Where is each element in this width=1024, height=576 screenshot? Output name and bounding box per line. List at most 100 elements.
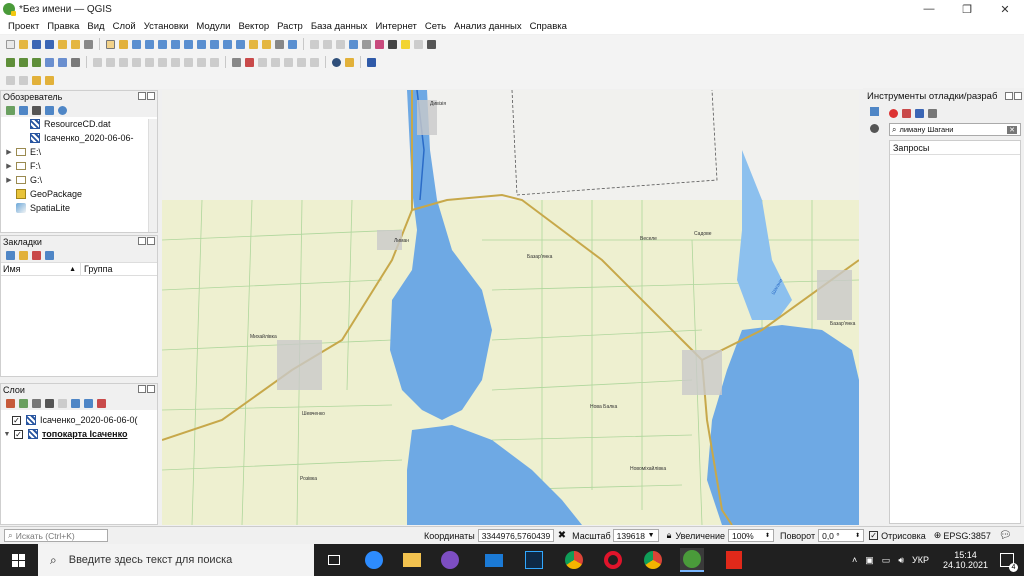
- layer-visibility-checkbox[interactable]: ✓: [14, 429, 23, 439]
- filter-legend-icon[interactable]: [45, 398, 54, 408]
- delete-bookmark-icon[interactable]: [32, 250, 41, 260]
- notifications-icon[interactable]: 4: [1000, 553, 1018, 572]
- menu-raster[interactable]: Растр: [273, 21, 307, 32]
- redo-icon[interactable]: [210, 57, 219, 67]
- chevron-right-icon[interactable]: ▶: [5, 162, 13, 170]
- browser-item-spatialite[interactable]: SpatiaLite: [1, 201, 157, 215]
- tray-app-icon[interactable]: ▣: [865, 555, 874, 566]
- render-checkbox[interactable]: ✓: [869, 531, 879, 540]
- maximize-button[interactable]: ❐: [948, 0, 986, 18]
- float-button[interactable]: [1005, 92, 1013, 100]
- browser-item-resourcecd[interactable]: ResourceCD.dat: [1, 117, 157, 131]
- zoom-selection-icon[interactable]: [184, 39, 193, 49]
- layer-item-isachenko[interactable]: ✓ Ісаченко_2020-06-06-0(: [1, 413, 157, 427]
- qgis-taskbar-icon[interactable]: [680, 548, 704, 572]
- settings-icon[interactable]: [928, 108, 937, 118]
- browser-scrollbar[interactable]: [148, 119, 157, 232]
- label-rotate-icon[interactable]: [284, 57, 293, 67]
- chrome-icon[interactable]: [562, 548, 586, 572]
- info-icon[interactable]: [58, 105, 67, 115]
- menu-vector[interactable]: Вектор: [234, 21, 273, 32]
- print-layout-icon[interactable]: [58, 39, 67, 49]
- refresh-icon[interactable]: [288, 39, 297, 49]
- network-logger-icon[interactable]: [870, 107, 879, 116]
- lock-scale-icon[interactable]: 🔒︎: [667, 530, 672, 541]
- zoom-bookmark-icon[interactable]: [6, 250, 15, 260]
- close-panel-button[interactable]: [1014, 92, 1022, 100]
- label-show-icon[interactable]: [258, 57, 267, 67]
- map-tips-icon[interactable]: [414, 39, 423, 49]
- new-shapefile-icon[interactable]: [32, 57, 41, 67]
- zoom-field[interactable]: 100% ⬍: [727, 529, 774, 542]
- save-as-icon[interactable]: [45, 39, 54, 49]
- zoom-rubber-icon[interactable]: [158, 39, 167, 49]
- debug-search-field[interactable]: ⌕ лиману Шагани ✕: [889, 123, 1021, 136]
- add-group-icon[interactable]: [19, 398, 28, 408]
- menu-mesh[interactable]: Сеть: [421, 21, 450, 32]
- clock[interactable]: 15:14 24.10.2021: [943, 550, 988, 570]
- zoom-last-icon[interactable]: [223, 39, 232, 49]
- manage-visibility-icon[interactable]: [32, 398, 41, 408]
- record-icon[interactable]: [889, 108, 898, 118]
- windows-start-icon[interactable]: [12, 554, 25, 567]
- layer-item-topomap[interactable]: ▼ ✓ топокарта Ісаченко: [1, 427, 157, 441]
- plugin-icon[interactable]: [345, 57, 354, 67]
- cut-icon[interactable]: [158, 57, 167, 67]
- zoom-next-icon[interactable]: [236, 39, 245, 49]
- menu-view[interactable]: Вид: [83, 21, 108, 32]
- zoom-native-icon[interactable]: [210, 39, 219, 49]
- identify-disabled-icon[interactable]: [310, 39, 319, 49]
- close-panel-button[interactable]: [147, 385, 155, 393]
- dev-tools-icon[interactable]: [367, 57, 376, 67]
- python-console-icon[interactable]: [332, 57, 341, 67]
- new-virtual-icon[interactable]: [71, 57, 80, 67]
- menu-processing[interactable]: Анализ данных: [450, 21, 526, 32]
- annotation-icon[interactable]: [401, 39, 410, 49]
- paste-icon[interactable]: [184, 57, 193, 67]
- file-explorer-icon[interactable]: [400, 548, 424, 572]
- menu-plugins[interactable]: Модули: [192, 21, 234, 32]
- save-log-icon[interactable]: [915, 108, 924, 118]
- select-disabled-icon[interactable]: [323, 39, 332, 49]
- tracing-icon[interactable]: [45, 75, 54, 85]
- open-data-source-icon[interactable]: [6, 57, 15, 67]
- float-button[interactable]: [138, 92, 146, 100]
- menu-web[interactable]: Интернет: [371, 21, 420, 32]
- settings-tab-icon[interactable]: [870, 124, 879, 133]
- pan-icon[interactable]: [106, 39, 115, 49]
- taskbar-search[interactable]: ⌕ Введите здесь текст для поиска: [38, 544, 314, 576]
- zoom-layer-icon[interactable]: [197, 39, 206, 49]
- column-group-header[interactable]: Группа: [81, 263, 113, 275]
- import-export-icon[interactable]: [45, 250, 54, 260]
- chevron-down-icon[interactable]: ▼: [3, 431, 11, 438]
- rotation-field[interactable]: 0,0 ° ⬍: [818, 529, 865, 542]
- locator-icon[interactable]: [32, 75, 41, 85]
- undo-icon[interactable]: [197, 57, 206, 67]
- zoom-app-icon[interactable]: [362, 548, 386, 572]
- opera-icon[interactable]: [601, 548, 625, 572]
- style-dock-icon[interactable]: [6, 398, 15, 408]
- zoom-out-icon[interactable]: [145, 39, 154, 49]
- chevron-right-icon[interactable]: ▶: [5, 148, 13, 156]
- label-tool-icon[interactable]: [232, 57, 241, 67]
- new-spatialite-icon[interactable]: [45, 57, 54, 67]
- filter-icon[interactable]: [32, 105, 41, 115]
- coord-field[interactable]: 3344976,5760439: [477, 529, 554, 542]
- browser-item-f-drive[interactable]: ▶ F:\: [1, 159, 157, 173]
- close-panel-button[interactable]: [147, 237, 155, 245]
- style-manager-icon[interactable]: [84, 39, 93, 49]
- locator-search-input[interactable]: ⌕ Искать (Ctrl+K): [4, 529, 108, 542]
- menu-layer[interactable]: Слой: [109, 21, 140, 32]
- crs-globe-icon[interactable]: ⊕: [934, 530, 942, 541]
- menu-database[interactable]: База данных: [307, 21, 372, 32]
- pan-to-selection-icon[interactable]: [119, 39, 128, 49]
- new-bookmark-icon[interactable]: [19, 250, 28, 260]
- new-scratch-icon[interactable]: [58, 57, 67, 67]
- label-change-icon[interactable]: [297, 57, 306, 67]
- temporal-icon[interactable]: [275, 39, 284, 49]
- volume-icon[interactable]: 🔊︎: [898, 555, 904, 566]
- expand-all-icon[interactable]: [71, 398, 80, 408]
- float-button[interactable]: [138, 385, 146, 393]
- field-calc-icon[interactable]: [362, 39, 371, 49]
- sigma-icon[interactable]: [375, 39, 384, 49]
